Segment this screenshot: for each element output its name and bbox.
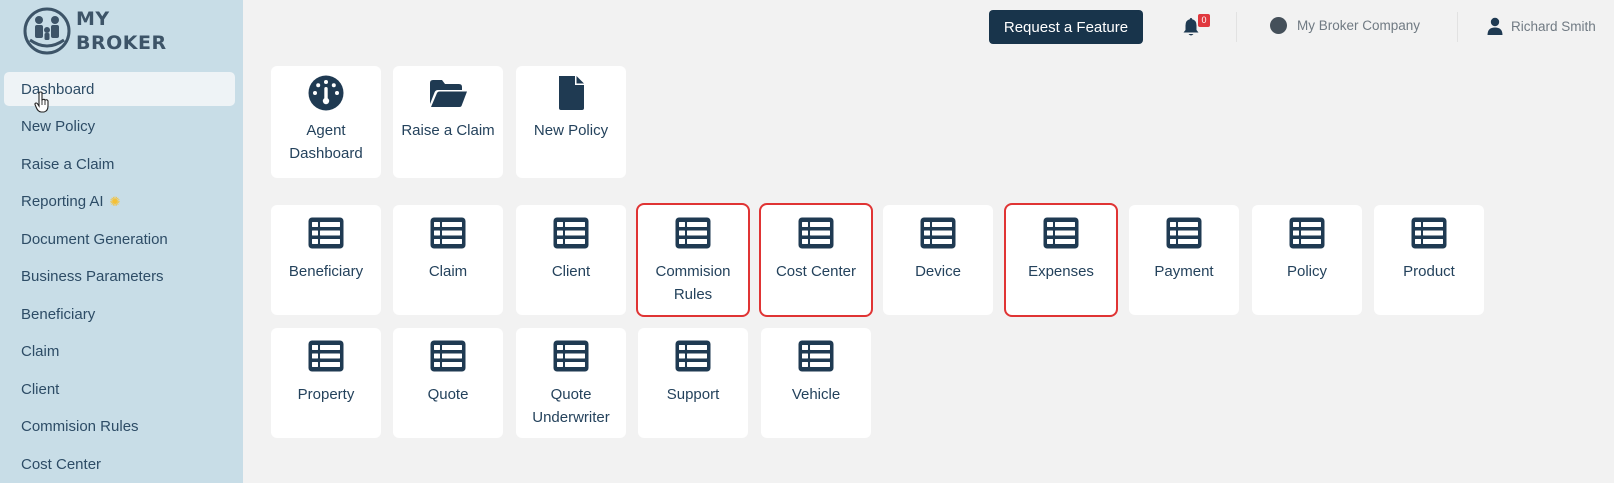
tile-label: Policy — [1286, 263, 1327, 280]
tile-payment[interactable]: Payment — [1129, 205, 1239, 315]
folder-open-icon — [430, 80, 467, 107]
request-feature-button[interactable]: Request a Feature — [989, 10, 1143, 44]
tile-label: Quote — [427, 386, 469, 403]
sidebar-item-raise-a-claim[interactable]: Raise a Claim — [4, 147, 235, 181]
sidebar-item-label: Document Generation — [21, 230, 168, 248]
tile-beneficiary[interactable]: Beneficiary — [271, 205, 381, 315]
company-name: My Broker Company — [1297, 18, 1421, 33]
table-list-icon — [920, 217, 956, 249]
logo-line-2: BROKER — [76, 32, 167, 54]
tile-client[interactable]: Client — [516, 205, 626, 315]
tile-property[interactable]: Property — [271, 328, 381, 438]
tile-vehicle[interactable]: Vehicle — [761, 328, 871, 438]
tile-label: Device — [915, 263, 961, 280]
file-icon — [559, 76, 584, 110]
table-list-icon — [1166, 217, 1202, 249]
tile-label: Agent Dashboard — [289, 122, 363, 162]
table-list-icon — [1289, 217, 1325, 249]
tile-expenses[interactable]: Expenses — [1004, 203, 1118, 317]
tile-label: Cost Center — [775, 263, 857, 280]
tile-new-policy[interactable]: New Policy — [516, 66, 626, 178]
tile-label: Support — [666, 386, 720, 403]
table-list-icon — [675, 340, 711, 372]
tile-label: Expenses — [1028, 263, 1094, 280]
table-list-icon — [308, 340, 344, 372]
tile-label: Quote Underwriter — [532, 386, 610, 426]
user-name: Richard Smith — [1511, 18, 1596, 34]
tile-label: Raise a Claim — [401, 122, 495, 139]
table-list-icon — [1043, 217, 1079, 249]
sidebar-item-client[interactable]: Client — [4, 372, 235, 406]
tile-label: Payment — [1154, 263, 1214, 280]
logo-line-1: MY — [76, 8, 110, 30]
table-list-icon — [1411, 217, 1447, 249]
table-list-icon — [430, 217, 466, 249]
sidebar-item-reporting-ai[interactable]: Reporting AI ✺ — [4, 185, 235, 219]
hand-cursor-icon — [34, 91, 49, 113]
sidebar-item-commision-rules[interactable]: Commision Rules — [4, 410, 235, 444]
user-menu[interactable]: Richard Smith — [1487, 17, 1596, 35]
tile-policy[interactable]: Policy — [1252, 205, 1362, 315]
family-logo-icon — [23, 7, 71, 55]
tile-raise-a-claim[interactable]: Raise a Claim — [393, 66, 503, 178]
sidebar-item-label: New Policy — [21, 118, 96, 135]
sparkle-icon: ✺ — [109, 193, 121, 209]
sidebar-item-cost-center[interactable]: Cost Center — [4, 447, 235, 481]
tile-cost-center[interactable]: Cost Center — [759, 203, 873, 317]
sidebar-item-label: Cost Center — [21, 455, 102, 473]
tile-label: Property — [297, 386, 355, 403]
gauge-icon — [308, 75, 344, 111]
sidebar-item-label: Claim — [21, 343, 60, 360]
tile-label: Client — [551, 263, 591, 280]
tile-label: Vehicle — [791, 386, 841, 403]
tile-label: Commision Rules — [655, 263, 731, 303]
sidebar: MY BROKER Dashboard New Policy Raise a C… — [0, 0, 243, 483]
notification-count-badge: 0 — [1198, 14, 1210, 27]
sidebar-item-label: Client — [21, 380, 60, 398]
tile-commision-rules[interactable]: Commision Rules — [636, 203, 750, 317]
tile-device[interactable]: Device — [883, 205, 993, 315]
user-icon — [1487, 17, 1503, 35]
sidebar-item-label: Raise a Claim — [21, 155, 115, 173]
sidebar-item-new-policy[interactable]: New Policy — [4, 110, 235, 144]
table-list-icon — [308, 217, 344, 249]
sidebar-item-label: Commision Rules — [21, 418, 139, 435]
table-list-icon — [675, 217, 711, 249]
tile-quote[interactable]: Quote — [393, 328, 503, 438]
company-selector[interactable]: My Broker Company — [1270, 17, 1420, 34]
sidebar-item-business-parameters[interactable]: Business Parameters — [4, 260, 235, 294]
table-list-icon — [798, 217, 834, 249]
logo-text: MY BROKER — [76, 7, 167, 55]
logo[interactable]: MY BROKER — [22, 4, 167, 58]
sidebar-item-beneficiary[interactable]: Beneficiary — [4, 297, 235, 331]
sidebar-item-label: Dashboard — [21, 80, 95, 98]
tile-label: Claim — [428, 263, 468, 280]
header-divider — [1457, 12, 1458, 42]
tile-agent-dashboard[interactable]: Agent Dashboard — [271, 66, 381, 178]
sidebar-item-label: Business Parameters — [21, 268, 164, 285]
tile-label: New Policy — [533, 122, 609, 139]
table-list-icon — [553, 340, 589, 372]
company-icon — [1270, 17, 1287, 34]
tile-support[interactable]: Support — [638, 328, 748, 438]
tile-quote-underwriter[interactable]: Quote Underwriter — [516, 328, 626, 438]
tile-product[interactable]: Product — [1374, 205, 1484, 315]
sidebar-item-label: Reporting AI — [21, 193, 104, 210]
sidebar-nav: Dashboard New Policy Raise a Claim Repor… — [0, 72, 243, 483]
tile-claim[interactable]: Claim — [393, 205, 503, 315]
sidebar-item-document-generation[interactable]: Document Generation — [4, 222, 235, 256]
table-list-icon — [430, 340, 466, 372]
tile-label: Beneficiary — [288, 263, 364, 280]
header-divider — [1236, 12, 1237, 42]
table-list-icon — [553, 217, 589, 249]
table-list-icon — [798, 340, 834, 372]
sidebar-item-claim[interactable]: Claim — [4, 335, 235, 369]
sidebar-item-label: Beneficiary — [21, 305, 96, 323]
tile-label: Product — [1403, 263, 1455, 280]
